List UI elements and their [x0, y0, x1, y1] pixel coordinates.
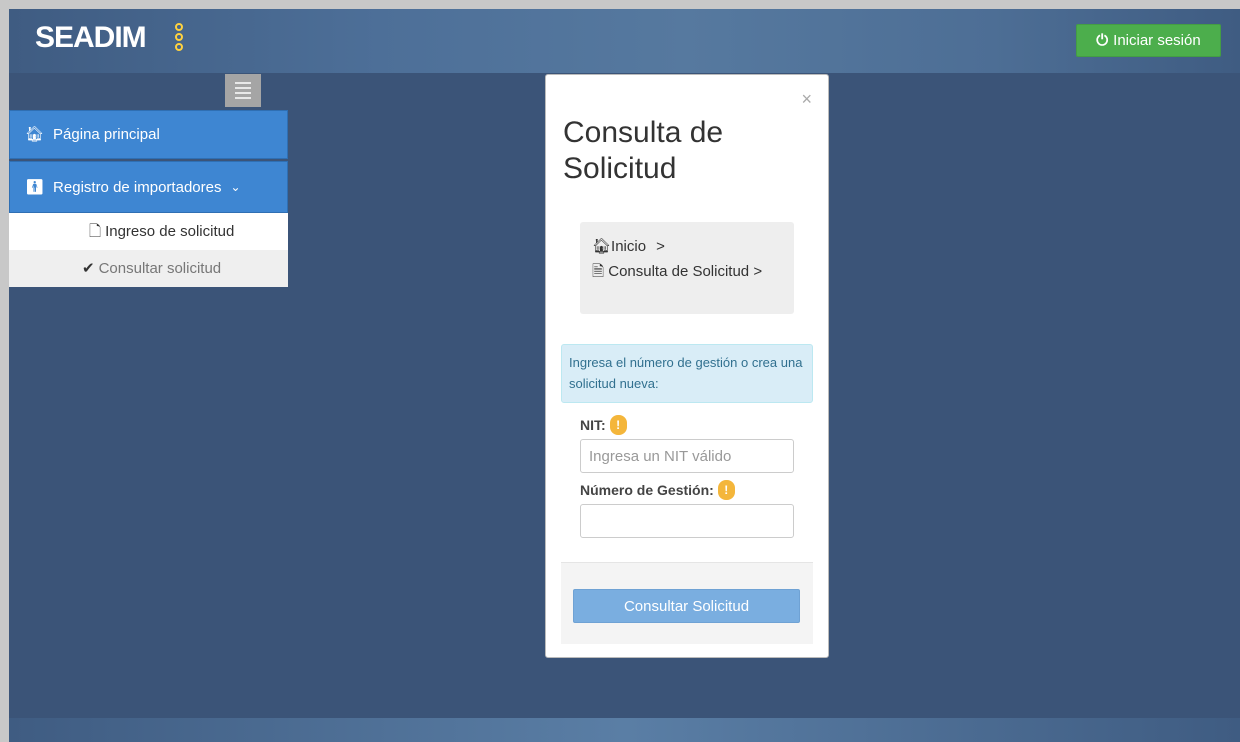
breadcrumb-separator: >: [753, 263, 763, 280]
warning-icon: !: [609, 415, 627, 435]
breadcrumb-current: Consulta de Solicitud: [608, 263, 750, 280]
menu-toggle-button[interactable]: [225, 74, 261, 107]
modal-footer: Consultar Solicitud: [561, 562, 813, 644]
query-modal: × Consulta de Solicitud 🏠︎Inicio > 🗎 Con…: [545, 74, 829, 658]
info-alert: Ingresa el número de gestión o crea una …: [561, 344, 813, 403]
nit-input[interactable]: [580, 439, 794, 473]
sidebar-item-label: Página principal: [53, 126, 160, 143]
breadcrumb-home[interactable]: 🏠︎Inicio: [592, 234, 646, 259]
breadcrumb-separator: >: [656, 238, 665, 255]
modal-title: Consulta de Solicitud: [563, 116, 724, 185]
login-button[interactable]: ⏻ Iniciar sesión: [1076, 24, 1221, 57]
top-navbar: SEADIM ⏻ Iniciar sesión: [9, 9, 1240, 73]
sidebar: 🏠︎ Página principal 🚹︎ Registro de impor…: [9, 110, 288, 287]
nit-label: NIT: !: [580, 415, 627, 435]
sidebar-item-label: Registro de importadores: [53, 178, 222, 196]
close-icon[interactable]: ×: [801, 89, 812, 110]
breadcrumb: 🏠︎Inicio > 🗎 Consulta de Solicitud >: [580, 222, 794, 314]
hamburger-icon: [235, 82, 251, 84]
sidebar-subitem-label: Ingreso de solicitud: [105, 223, 235, 240]
sidebar-subitem-label: Consultar solicitud: [98, 260, 222, 277]
home-icon: 🏠︎: [25, 126, 45, 143]
home-icon: 🏠︎: [592, 238, 612, 255]
file-icon: 🗋: [89, 223, 102, 240]
check-icon: ✔: [82, 260, 95, 277]
warning-icon: !: [717, 480, 735, 500]
logo: SEADIM: [35, 21, 147, 54]
power-icon: ⏻: [1096, 32, 1109, 49]
bottom-bar: [9, 718, 1240, 742]
person-icon: 🚹︎: [25, 178, 45, 196]
sidebar-subitem-new-request[interactable]: 🗋 Ingreso de solicitud: [9, 213, 288, 250]
app-window: SEADIM ⏻ Iniciar sesión 🏠︎ Página princi…: [9, 9, 1240, 742]
sidebar-item-home[interactable]: 🏠︎ Página principal: [9, 110, 288, 159]
chevron-down-icon: ⌄: [230, 180, 241, 194]
sidebar-item-importers[interactable]: 🚹︎ Registro de importadores ⌄: [9, 161, 288, 213]
login-button-label: Iniciar sesión: [1113, 32, 1201, 49]
gestion-label: Número de Gestión: !: [580, 480, 735, 500]
document-icon: 🗎: [592, 263, 605, 280]
sidebar-subitem-query-request[interactable]: ✔ Consultar solicitud: [9, 250, 288, 287]
logo-mark-icon: [175, 23, 185, 53]
submit-button[interactable]: Consultar Solicitud: [573, 589, 800, 623]
gestion-input[interactable]: [580, 504, 794, 538]
